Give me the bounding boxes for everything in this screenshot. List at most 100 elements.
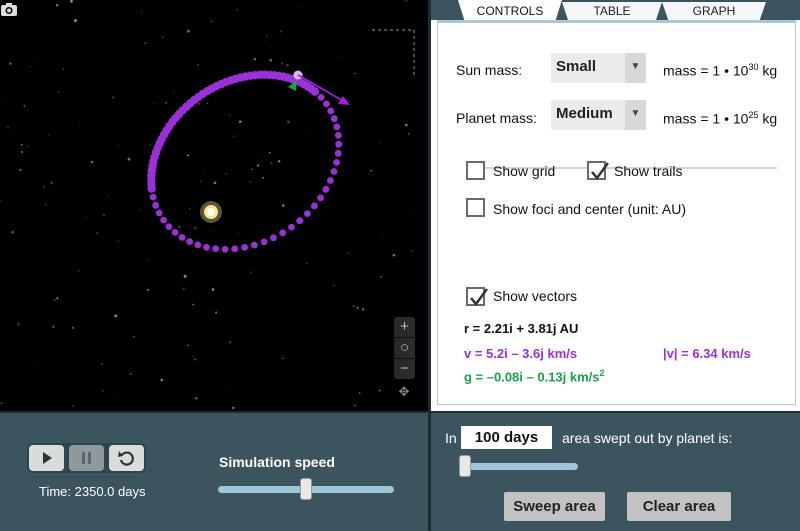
planet-mass-readout: mass = 1 • 1025 kg <box>663 110 778 127</box>
star <box>352 305 355 308</box>
position-vector-readout: r = 2.21i + 3.81j AU <box>464 321 579 336</box>
star <box>269 161 273 165</box>
star <box>21 151 24 153</box>
zoom-in-button[interactable]: + <box>394 317 415 338</box>
star <box>150 143 151 145</box>
in-label: In <box>445 430 457 446</box>
show-vectors-checkbox[interactable] <box>466 287 489 307</box>
star <box>79 124 81 126</box>
star <box>111 96 115 99</box>
star <box>161 36 164 39</box>
star <box>250 181 252 183</box>
orbit-trail-dot <box>317 94 325 101</box>
star <box>50 181 54 185</box>
show-grid-checkbox[interactable] <box>466 161 485 180</box>
star <box>129 372 132 376</box>
zoom-reset-button[interactable]: ○ <box>394 338 415 359</box>
days-input[interactable]: 100 days <box>461 426 552 449</box>
star <box>225 173 227 175</box>
star <box>139 209 141 211</box>
star <box>380 276 382 278</box>
star <box>253 57 257 61</box>
star <box>114 314 118 318</box>
play-button[interactable] <box>29 445 64 471</box>
tab-table[interactable]: TABLE <box>562 2 662 20</box>
orbit-trail-dot <box>330 168 338 175</box>
star <box>279 2 281 4</box>
star <box>70 0 73 3</box>
orbit-trail-dot <box>333 123 341 131</box>
star <box>215 311 218 314</box>
days-slider[interactable] <box>458 455 471 477</box>
star <box>287 120 290 124</box>
pause-button[interactable] <box>69 445 104 471</box>
star <box>269 58 273 62</box>
star <box>95 231 99 235</box>
show-foci-checkbox[interactable] <box>466 198 485 217</box>
orbit-view[interactable]: + ○ − ✥ <box>0 0 428 412</box>
reset-icon <box>118 451 134 466</box>
star <box>250 271 252 274</box>
star <box>11 231 14 234</box>
star <box>101 363 104 366</box>
star <box>186 344 189 347</box>
tab-controls[interactable]: CONTROLS <box>458 0 562 20</box>
star <box>146 288 149 291</box>
sweep-area-button[interactable]: Sweep area <box>504 492 605 521</box>
pause-icon <box>82 452 91 464</box>
pan-icon[interactable]: ✥ <box>397 385 411 399</box>
star <box>225 388 227 390</box>
simulation-speed-slider[interactable] <box>300 478 312 500</box>
star <box>90 160 94 164</box>
orbit-trail-dot <box>221 245 229 253</box>
orbit-trail-dot <box>231 245 239 253</box>
camera-icon[interactable] <box>0 0 18 18</box>
star <box>0 402 3 405</box>
planet-mass-value: Medium <box>556 105 613 122</box>
orbit-trail-dot <box>317 194 324 202</box>
sun-core <box>207 208 215 216</box>
star <box>187 154 190 157</box>
simulation-controls: Time: 2350.0 days Simulation speed <box>0 413 428 531</box>
star <box>264 40 266 42</box>
zoom-out-button[interactable]: − <box>394 359 415 379</box>
tab-graph[interactable]: GRAPH <box>662 2 766 20</box>
star <box>17 322 20 326</box>
star <box>379 141 381 143</box>
show-trails-checkbox[interactable] <box>587 161 610 181</box>
star <box>192 303 194 306</box>
velocity-magnitude-readout: |v| = 6.34 km/s <box>663 346 751 361</box>
star <box>236 9 239 11</box>
star <box>407 133 410 135</box>
star <box>405 0 408 2</box>
star <box>0 199 1 202</box>
planet-mass-dropdown[interactable]: Medium ▼ <box>551 100 646 130</box>
star <box>178 225 181 228</box>
sun-mass-dropdown[interactable]: Small ▼ <box>551 53 646 83</box>
star <box>229 114 231 116</box>
chevron-down-icon: ▼ <box>625 100 646 130</box>
orbit-trail-dot <box>152 201 160 209</box>
show-foci-label: Show foci and center (unit: AU) <box>493 201 686 217</box>
star <box>153 102 155 104</box>
days-slider-track[interactable] <box>461 463 578 470</box>
star <box>228 340 232 344</box>
star <box>32 362 34 364</box>
star <box>197 63 200 66</box>
orbit-trail-dot <box>155 209 163 217</box>
play-icon <box>43 452 52 464</box>
time-readout: Time: 2350.0 days <box>39 484 146 499</box>
sun-mass-label: Sun mass: <box>456 62 523 78</box>
star <box>392 253 396 257</box>
reset-button[interactable] <box>109 445 144 471</box>
clear-area-button[interactable]: Clear area <box>627 492 731 521</box>
checkmark-icon <box>470 288 489 307</box>
zoom-controls: + ○ − <box>394 317 415 379</box>
star <box>354 72 357 75</box>
orbit-trail-dot <box>304 210 311 218</box>
star <box>193 226 197 230</box>
star <box>309 131 311 133</box>
star <box>194 358 197 361</box>
star <box>211 288 215 291</box>
star <box>306 262 308 264</box>
